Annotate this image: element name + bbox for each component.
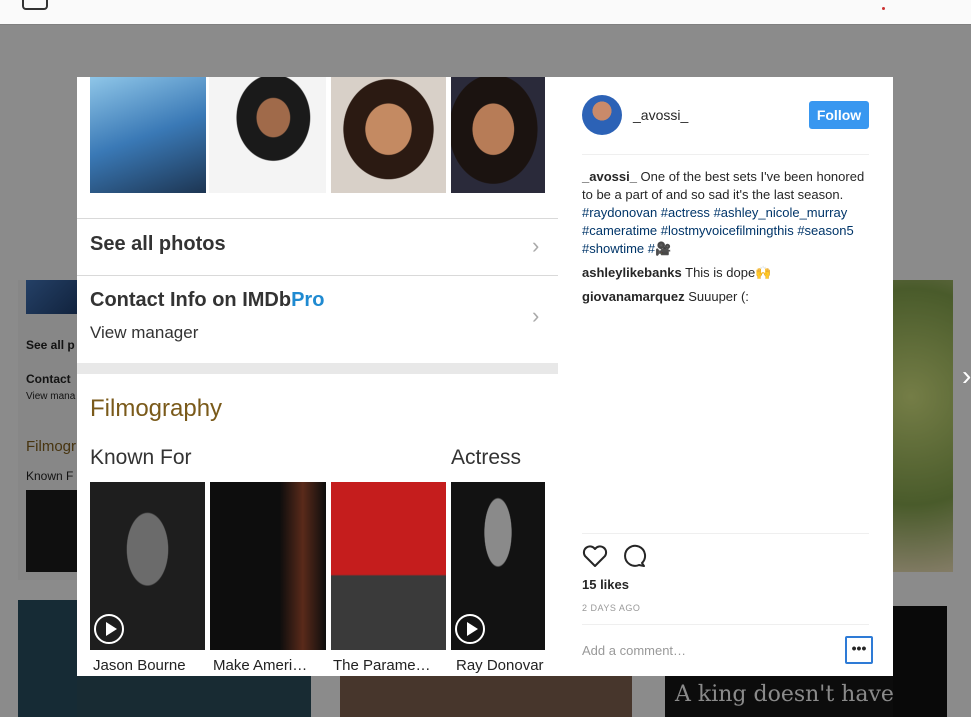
comment: giovanamarquez Suuuper (: [582,288,872,306]
actress-heading: Actress [451,446,522,469]
camera-logo-icon[interactable] [22,0,48,10]
headshot-thumbnail[interactable] [209,77,326,193]
add-comment-input[interactable]: Add a comment… [582,643,686,658]
hashtag-link[interactable]: #lostmyvoicefilmingthis [661,223,794,238]
hashtag-link[interactable]: #🎥 [648,241,671,256]
divider [77,275,558,276]
poster-title[interactable]: Ray Donovar [456,657,546,674]
imdb-pro-brand: Pro [291,289,325,311]
headshot-thumbnail[interactable] [90,77,206,193]
contact-info-prefix: Contact Info on [90,289,243,311]
chevron-right-icon: › [532,233,540,258]
filmography-heading: Filmography [90,395,223,422]
imdb-brand: IMDb [242,289,292,311]
hashtag-link[interactable]: #actress [661,205,710,220]
post-modal: See all photos › Contact Info on IMDbPro… [77,77,893,676]
comment-username[interactable]: ashleylikebanks [582,265,682,280]
hashtag-link[interactable]: #cameratime [582,223,657,238]
heart-icon[interactable] [582,544,608,568]
poster-ray-donovan[interactable] [451,482,545,650]
post-photo: See all photos › Contact Info on IMDbPro… [77,77,558,676]
hashtag-link[interactable]: #season5 [797,223,853,238]
comment-icon[interactable] [622,544,648,568]
post-timestamp: 2 DAYS AGO [582,603,641,613]
comments-section: _avossi_ One of the best sets I've been … [582,168,872,306]
post-details-panel: _avossi_ Follow _avossi_ One of the best… [558,77,893,676]
next-post-arrow-icon[interactable]: › [962,362,971,390]
section-separator [77,363,558,374]
poster-title[interactable]: Jason Bourne [93,657,205,674]
hashtag-link[interactable]: #raydonovan [582,205,657,220]
imdb-pro-logo: IMDbPro [242,289,324,311]
comment-text: This is dope🙌 [685,265,772,280]
view-manager-label[interactable]: View manager [90,323,198,343]
divider [582,624,869,625]
headshot-thumbnail[interactable] [451,77,545,193]
comment-username[interactable]: giovanamarquez [582,289,685,304]
likes-count[interactable]: 15 likes [582,577,629,592]
top-navigation-bar [0,0,971,25]
follow-button[interactable]: Follow [809,101,869,129]
hashtag-link[interactable]: #showtime [582,241,644,256]
headshot-thumbnail[interactable] [331,77,446,193]
notification-dot [882,7,885,10]
caption: _avossi_ One of the best sets I've been … [582,168,872,258]
poster-title[interactable]: The Parame… [333,657,445,674]
caption-username[interactable]: _avossi_ [582,169,637,184]
chevron-right-icon: › [532,303,540,328]
known-for-heading: Known For [90,446,192,469]
poster-title[interactable]: Make Ameri… [213,657,325,674]
more-options-button[interactable]: ••• [845,636,873,664]
poster-make-america[interactable] [210,482,326,650]
divider [77,218,558,219]
divider [582,533,869,534]
divider [582,154,869,155]
username-link[interactable]: _avossi_ [633,107,688,123]
hashtag-link[interactable]: #ashley_nicole_murray [714,205,848,220]
comment: ashleylikebanks This is dope🙌 [582,264,872,282]
play-icon[interactable] [455,614,485,644]
comment-text: Suuuper (: [688,289,749,304]
play-icon[interactable] [94,614,124,644]
poster-the-paramedic[interactable] [331,482,446,650]
contact-info-label[interactable]: Contact Info on IMDbPro [90,289,324,312]
see-all-photos-label[interactable]: See all photos [90,233,226,256]
avatar[interactable] [582,95,622,135]
poster-jason-bourne[interactable] [90,482,205,650]
